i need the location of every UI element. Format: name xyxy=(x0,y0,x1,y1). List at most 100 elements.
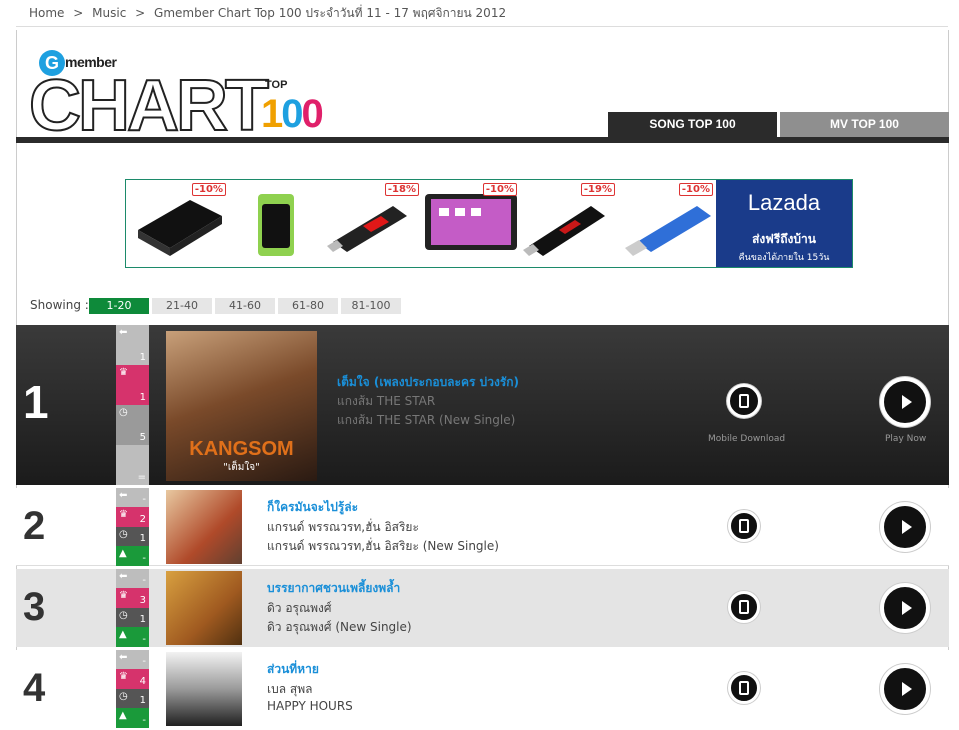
gmember-chart-logo[interactable]: G member CHART TOP 100 xyxy=(28,50,329,143)
movement-stat: = xyxy=(116,445,149,485)
arrow-up-icon: ▲ xyxy=(119,710,127,721)
crown-icon: ♛ xyxy=(119,590,128,601)
page-81-100[interactable]: 81-100 xyxy=(341,298,401,314)
play-button[interactable] xyxy=(880,583,930,633)
crown-icon: ♛ xyxy=(119,367,128,378)
arrow-up-icon: ▲ xyxy=(119,629,127,640)
song-album[interactable]: HAPPY HOURS xyxy=(267,699,353,713)
song-title-link[interactable]: ก็ใครมันจะไปรู้ล่ะ xyxy=(267,498,358,517)
song-album[interactable]: แกงส้ม THE STAR (New Single) xyxy=(337,411,515,430)
peak-stat: ♛ 3 xyxy=(116,588,149,608)
last-week-stat: ⬅ 1 xyxy=(116,325,149,365)
play-button[interactable] xyxy=(880,664,930,714)
song-title-link[interactable]: ส่วนที่หาย xyxy=(267,660,319,679)
page-1-20[interactable]: 1-20 xyxy=(89,298,149,314)
stat-value: 1 xyxy=(139,533,146,544)
lazada-logo: Lazada xyxy=(747,190,821,215)
breadcrumb-music-link[interactable]: Music xyxy=(92,6,126,20)
mobile-download-button[interactable] xyxy=(727,384,761,418)
stat-value: 5 xyxy=(139,432,146,443)
movement-stat: ▲ - xyxy=(116,627,149,647)
showing-label: Showing : xyxy=(30,298,89,312)
breadcrumb-separator: > xyxy=(73,6,84,20)
rank-number: 2 xyxy=(23,504,46,548)
mobile-download-button[interactable] xyxy=(728,510,760,542)
arrow-left-icon: ⬅ xyxy=(119,327,128,338)
play-icon xyxy=(902,601,912,615)
page-41-60[interactable]: 41-60 xyxy=(215,298,275,314)
product-usb-blue[interactable]: -10% xyxy=(617,180,715,267)
stat-value: 3 xyxy=(139,595,146,606)
chart-row-2: 2 ⬅ - ♛ 2 ◷ 1 ▲ - ก็ใครมันจะไปรู้ล่ะ แกรนด์ … xyxy=(16,488,949,566)
album-cover[interactable] xyxy=(166,490,242,564)
song-artist[interactable]: เบล สุพล xyxy=(267,680,312,699)
discount-badge: -10% xyxy=(191,183,226,196)
product-hdd[interactable]: -10% xyxy=(130,180,228,267)
stat-value: 1 xyxy=(139,392,146,403)
arrow-left-icon: ⬅ xyxy=(119,652,128,663)
movement-stat: ▲ - xyxy=(116,546,149,566)
logo-digit: 1 xyxy=(261,92,283,136)
stat-value: 1 xyxy=(139,614,146,625)
stat-value: 1 xyxy=(139,695,146,706)
rank-stats: ⬅ - ♛ 4 ◷ 1 ▲ - xyxy=(116,650,149,728)
phone-icon xyxy=(739,681,749,695)
song-album[interactable]: แกรนด์ พรรณวรท,ฮั่น อิสริยะ (New Single) xyxy=(267,537,499,556)
song-artist[interactable]: แกรนด์ พรรณวรท,ฮั่น อิสริยะ xyxy=(267,518,419,537)
clock-icon: ◷ xyxy=(119,529,128,540)
rank-stats: ⬅ - ♛ 3 ◷ 1 ▲ - xyxy=(116,569,149,647)
cover-artist-text: KANGSOM xyxy=(189,438,294,460)
song-album[interactable]: ดิว อรุณพงศ์ (New Single) xyxy=(267,618,412,637)
play-button[interactable] xyxy=(880,502,930,552)
tab-song-top-100[interactable]: SONG TOP 100 xyxy=(608,112,777,137)
last-week-stat: ⬅ - xyxy=(116,569,149,588)
song-artist[interactable]: ดิว อรุณพงศ์ xyxy=(267,599,332,618)
song-artist[interactable]: แกงส้ม THE STAR xyxy=(337,392,435,411)
rank-number: 4 xyxy=(23,666,46,710)
song-title-link[interactable]: เต็มใจ (เพลงประกอบละคร บ่วงรัก) xyxy=(337,373,519,392)
chart-row-4: 4 ⬅ - ♛ 4 ◷ 1 ▲ - ส่วนที่หาย เบล สุพล HAPPY … xyxy=(16,650,949,730)
stat-value: - xyxy=(142,575,146,586)
product-case[interactable] xyxy=(226,180,324,267)
page-21-40[interactable]: 21-40 xyxy=(152,298,212,314)
stat-value: - xyxy=(142,553,146,564)
stat-value: - xyxy=(142,656,146,667)
discount-badge: -10% xyxy=(482,183,517,196)
song-title-link[interactable]: บรรยากาศชวนเพลี้ยงพล้ำ xyxy=(267,579,400,598)
breadcrumb-current: Gmember Chart Top 100 ประจำวันที่ 11 - 1… xyxy=(154,6,507,20)
weeks-stat: ◷ 1 xyxy=(116,608,149,627)
header-bar xyxy=(16,137,949,143)
product-tablet[interactable]: -10% xyxy=(421,180,519,267)
peak-stat: ♛ 4 xyxy=(116,669,149,689)
arrow-up-icon: ▲ xyxy=(119,548,127,559)
product-usb-red[interactable]: -18% xyxy=(323,180,421,267)
breadcrumb-home-link[interactable]: Home xyxy=(29,6,64,20)
chart-row-3: 3 ⬅ - ♛ 3 ◷ 1 ▲ - บรรยากาศชวนเพลี้ยงพล้ำ ดิว… xyxy=(16,569,949,647)
divider xyxy=(16,26,948,27)
crown-icon: ♛ xyxy=(119,671,128,682)
last-week-stat: ⬅ - xyxy=(116,650,149,669)
stat-value: - xyxy=(142,634,146,645)
logo-100-text: 100 xyxy=(261,92,324,136)
weeks-stat: ◷ 1 xyxy=(116,689,149,708)
peak-stat: ♛ 1 xyxy=(116,365,149,405)
discount-badge: -19% xyxy=(580,183,615,196)
album-cover[interactable]: KANGSOM "เต็มใจ" xyxy=(166,331,317,481)
mobile-download-caption: Mobile Download xyxy=(708,434,786,444)
mobile-download-button[interactable] xyxy=(728,672,760,704)
stat-value: - xyxy=(142,715,146,726)
rank-stats: ⬅ 1 ♛ 1 ◷ 5 = xyxy=(116,325,149,485)
page-61-80[interactable]: 61-80 xyxy=(278,298,338,314)
album-cover[interactable] xyxy=(166,652,242,726)
lazada-banner-ad[interactable]: -10% -18% -10% -19% -10% Lazada ส่งฟรีถึ… xyxy=(125,179,853,268)
rank-stats: ⬅ - ♛ 2 ◷ 1 ▲ - xyxy=(116,488,149,566)
last-week-stat: ⬅ - xyxy=(116,488,149,507)
product-usb-black[interactable]: -19% xyxy=(519,180,617,267)
mobile-download-button[interactable] xyxy=(728,591,760,623)
lazada-promo[interactable]: Lazada ส่งฟรีถึงบ้าน คืนของได้ภายใน 15วั… xyxy=(716,180,852,267)
play-button[interactable] xyxy=(880,377,930,427)
album-cover[interactable] xyxy=(166,571,242,645)
tab-mv-top-100[interactable]: MV TOP 100 xyxy=(780,112,949,137)
discount-badge: -18% xyxy=(384,183,419,196)
weeks-stat: ◷ 1 xyxy=(116,527,149,546)
